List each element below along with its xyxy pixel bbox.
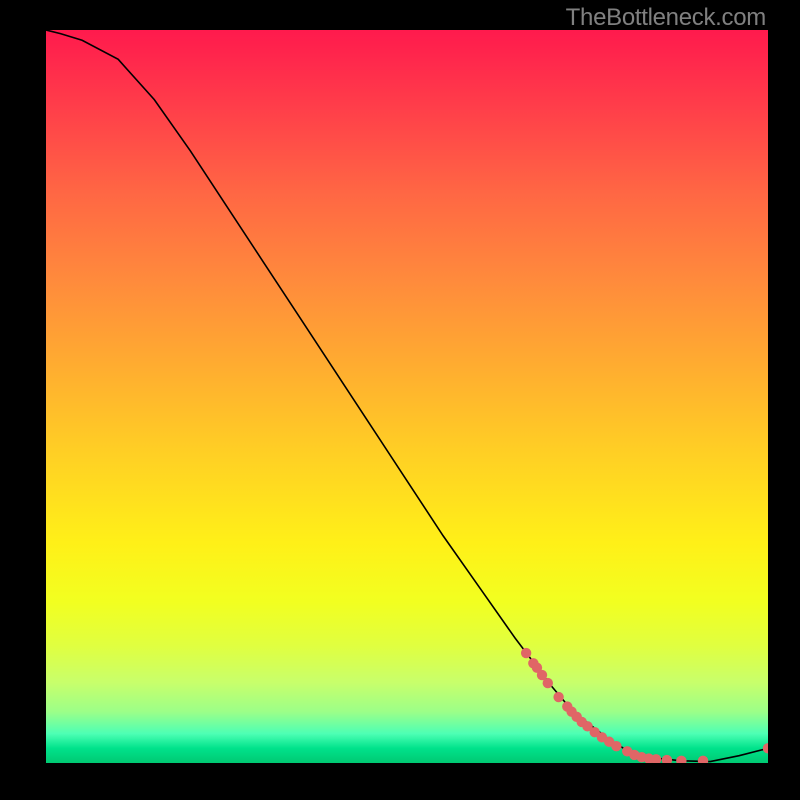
plot-area [46,30,768,763]
watermark-text: TheBottleneck.com [566,4,766,32]
curve-marker [528,658,538,668]
curve-marker [577,717,587,727]
curve-marker [553,692,563,702]
curve-marker [562,701,572,711]
chart-svg [46,30,768,763]
chart-container: TheBottleneck.com [0,0,800,800]
curve-marker [629,750,639,760]
curve-marker [662,755,672,763]
curve-marker [582,721,592,731]
curve-marker [597,732,607,742]
curve-marker [532,663,542,673]
curve-marker [622,746,632,756]
curve-marker [636,752,646,762]
curve-marker [698,756,708,763]
curve-marker [537,670,547,680]
curve-marker [543,678,553,688]
curve-marker [571,712,581,722]
curve-marker [763,743,768,753]
curve-marker [644,753,654,763]
curve-marker [604,737,614,747]
curve-marker [651,754,661,763]
curve-marker [676,756,686,763]
curve-marker [521,648,531,658]
curve-marker [566,706,576,716]
bottleneck-curve [46,30,768,762]
curve-marker [611,741,621,751]
curve-marker [590,727,600,737]
marker-group [521,648,768,763]
